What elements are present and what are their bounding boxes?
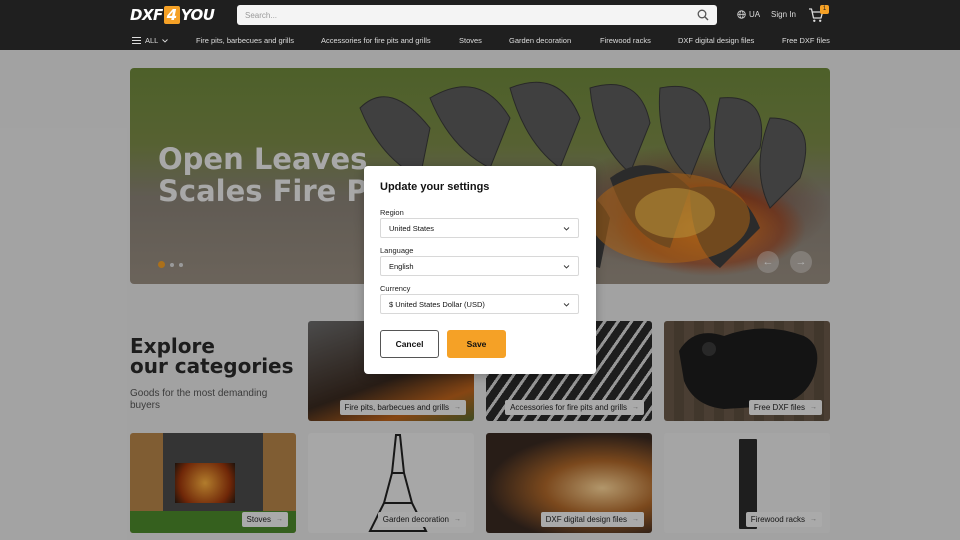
menu-icon (132, 37, 141, 44)
chevron-down-icon (563, 303, 570, 307)
region-value: United States (389, 224, 435, 233)
currency-select[interactable]: $ United States Dollar (USD) (380, 294, 579, 314)
language-code: UA (749, 10, 761, 19)
sign-in-link[interactable]: Sign In (771, 10, 796, 19)
logo-text-right: YOU (180, 6, 215, 24)
nav-item-fire-pits[interactable]: Fire pits, barbecues and grills (196, 36, 294, 45)
nav-item-firewood-racks[interactable]: Firewood racks (600, 36, 651, 45)
nav-item-stoves[interactable]: Stoves (459, 36, 482, 45)
currency-value: $ United States Dollar (USD) (389, 300, 485, 309)
currency-label: Currency (380, 284, 411, 293)
nav-item-dxf-files[interactable]: DXF digital design files (678, 36, 754, 45)
search-input[interactable] (237, 5, 677, 25)
top-header: DXF 4 YOU UA Sign In 1 (0, 0, 960, 30)
nav-all-label: ALL (145, 36, 159, 45)
search-bar (237, 5, 717, 25)
nav-item-accessories[interactable]: Accessories for fire pits and grills (321, 36, 431, 45)
nav-item-free-dxf[interactable]: Free DXF files (782, 36, 830, 45)
logo-text-left: DXF (130, 6, 163, 24)
chevron-down-icon (563, 265, 570, 269)
language-select[interactable]: English (380, 256, 579, 276)
globe-icon (737, 10, 746, 19)
language-label: Language (380, 246, 414, 255)
nav-all-menu[interactable]: ALL (132, 36, 169, 45)
cart-count-badge: 1 (820, 5, 829, 14)
category-nav: ALL Fire pits, barbecues and grills Acce… (0, 30, 960, 50)
nav-item-garden-decoration[interactable]: Garden decoration (509, 36, 571, 45)
region-select[interactable]: United States (380, 218, 579, 238)
logo-text-mid: 4 (163, 6, 180, 24)
language-value: English (389, 262, 414, 271)
search-icon[interactable] (697, 9, 709, 21)
chevron-down-icon (162, 38, 169, 43)
cancel-button[interactable]: Cancel (380, 330, 439, 358)
language-switcher[interactable]: UA (737, 10, 760, 19)
logo[interactable]: DXF 4 YOU (130, 6, 215, 24)
chevron-down-icon (563, 227, 570, 231)
modal-title: Update your settings (380, 181, 490, 193)
region-label: Region (380, 208, 404, 217)
save-button[interactable]: Save (447, 330, 506, 358)
settings-modal: Update your settings Region United State… (364, 166, 596, 374)
